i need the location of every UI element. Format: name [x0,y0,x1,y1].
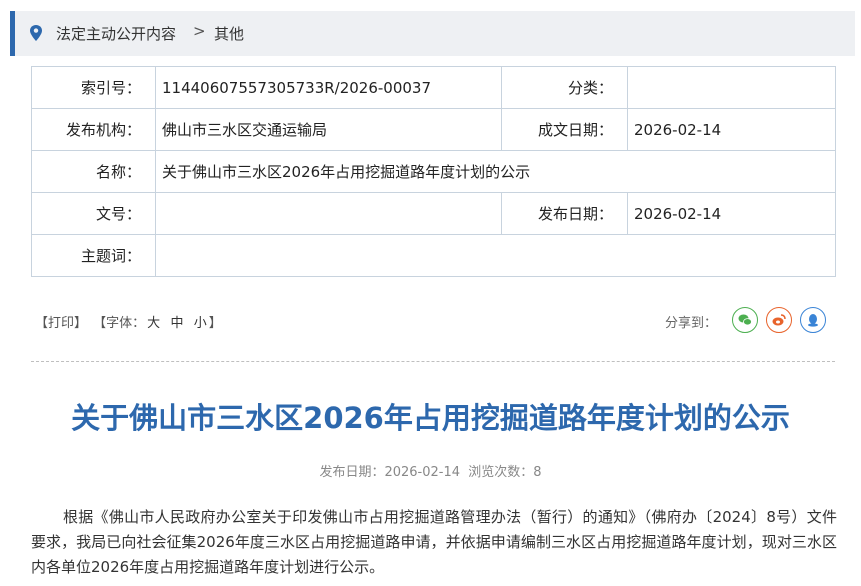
article-title: 关于佛山市三水区2026年占用挖掘道路年度计划的公示 [71,401,790,435]
font-small-button[interactable]: 小 [194,316,207,331]
document-metadata-table: 索引号： 11440607557305733R/2026-00037 分类： 发… [31,66,836,277]
table-row: 索引号： 11440607557305733R/2026-00037 分类： [31,66,836,109]
section-divider [31,361,835,362]
font-size-prefix: 【字体： [93,316,146,331]
breadcrumb-current-other[interactable]: 其他 [214,23,244,44]
font-large-button[interactable]: 大 [147,316,160,331]
written-date-value: 2026-02-14 [627,108,836,151]
publisher-value: 佛山市三水区交通运输局 [155,108,502,151]
table-row: 名称： 关于佛山市三水区2026年占用挖掘道路年度计划的公示 [31,150,836,193]
doc-number-label: 文号： [31,192,156,235]
wechat-icon [738,314,752,326]
weibo-icon [772,314,786,326]
name-label: 名称： [31,150,156,193]
table-row: 主题词： [31,234,836,277]
written-date-label: 成文日期： [501,108,628,151]
topic-value [155,234,836,277]
publish-date-label: 发布日期： [501,192,628,235]
breadcrumb-link-public-content[interactable]: 法定主动公开内容 [56,23,176,44]
publish-date-value: 2026-02-14 [627,192,836,235]
publisher-label: 发布机构： [31,108,156,151]
location-pin-icon [30,25,42,41]
share-weibo-button[interactable] [766,307,792,333]
font-medium-button[interactable]: 中 [170,316,183,331]
page-tools: 【打印】 【字体：大 中 小】 [35,312,224,331]
breadcrumb-chevron-icon: > [193,22,206,40]
font-size-suffix: 】 [208,316,222,331]
topic-label: 主题词： [31,234,156,277]
table-row: 发布机构： 佛山市三水区交通运输局 成文日期： 2026-02-14 [31,108,836,151]
qq-icon [808,314,818,327]
category-label: 分类： [501,66,628,109]
name-value: 关于佛山市三水区2026年占用挖掘道路年度计划的公示 [155,150,836,193]
index-value: 11440607557305733R/2026-00037 [155,66,502,109]
article-info: 发布日期：2026-02-14 浏览次数：8 [319,465,542,480]
article-body-paragraph: 根据《佛山市人民政府办公室关于印发佛山市占用挖掘道路管理办法（暂行）的通知》（佛… [31,508,837,576]
table-row: 文号： 发布日期： 2026-02-14 [31,192,836,235]
index-label: 索引号： [31,66,156,109]
category-value [627,66,836,109]
print-button[interactable]: 【打印】 [35,316,87,331]
share-wechat-button[interactable] [732,307,758,333]
share-qq-button[interactable] [800,307,826,333]
breadcrumb: 法定主动公开内容 > 其他 [10,11,855,56]
doc-number-value [155,192,502,235]
share-label: 分享到： [665,316,718,331]
